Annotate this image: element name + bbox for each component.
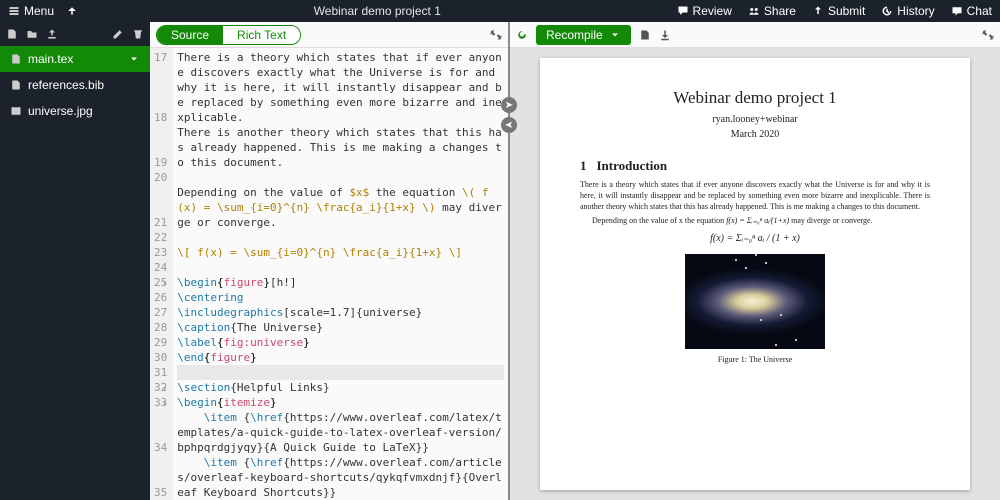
submit-button[interactable]: Submit — [812, 4, 865, 18]
pdf-display-eq: f(x) = Σᵢ₌₀ⁿ aᵢ / (1 + x) — [580, 233, 930, 244]
up-icon[interactable] — [66, 5, 78, 17]
main: main.texreferences.bibuniverse.jpg Sourc… — [0, 22, 1000, 500]
pdf-section-heading: 1Introduction — [580, 158, 930, 174]
delete-icon[interactable] — [132, 28, 144, 40]
menu-label: Menu — [24, 4, 54, 18]
sync-left-icon[interactable]: ➤ — [501, 117, 517, 133]
pane-divider[interactable]: ➤ ➤ — [508, 22, 510, 500]
top-right-tools: Review Share Submit History Chat — [677, 4, 992, 18]
pdf-para-1: There is a theory which states that if e… — [580, 180, 930, 212]
code-editor[interactable]: 1718192021222324 ▾25262728293031 ▾32 ▾33… — [150, 48, 508, 500]
recompile-button[interactable]: Recompile — [536, 25, 631, 45]
editor-mode-tabs: Source Rich Text — [156, 25, 301, 45]
pdf-page: Webinar demo project 1 ryan.looney+webin… — [540, 58, 970, 490]
new-folder-icon[interactable] — [26, 28, 38, 40]
code-line[interactable]: There is another theory which states tha… — [177, 125, 504, 170]
image-icon — [10, 105, 22, 117]
divider-handle[interactable]: ➤ ➤ — [501, 97, 517, 133]
refresh-icon[interactable] — [516, 29, 528, 41]
logs-icon[interactable] — [639, 29, 651, 41]
hamburger-icon — [8, 5, 20, 17]
tab-richtext[interactable]: Rich Text — [223, 26, 300, 44]
editor-toolbar: Source Rich Text — [150, 22, 508, 48]
editor-pane: Source Rich Text 1718192021222324 ▾25262… — [150, 22, 508, 500]
file-item-references-bib[interactable]: references.bib — [0, 72, 150, 98]
code-line[interactable]: \item {\href{https://www.overleaf.com/ar… — [177, 455, 504, 500]
topbar: Menu Webinar demo project 1 Review Share… — [0, 0, 1000, 22]
pdf-toolbar: Recompile — [510, 22, 1000, 48]
code-line[interactable]: \[ f(x) = \sum_{i=0}^{n} \frac{a_i}{1+x}… — [177, 245, 504, 260]
share-button[interactable]: Share — [748, 4, 796, 18]
file-item-universe-jpg[interactable]: universe.jpg — [0, 98, 150, 124]
code-line[interactable]: \end{figure} — [177, 350, 504, 365]
tab-source[interactable]: Source — [157, 26, 223, 44]
sidebar-toolbar — [0, 22, 150, 46]
rename-icon[interactable] — [112, 28, 124, 40]
pdf-view[interactable]: Webinar demo project 1 ryan.looney+webin… — [510, 48, 1000, 500]
file-icon — [10, 53, 22, 65]
expand-editor-icon[interactable] — [490, 29, 502, 41]
file-item-main-tex[interactable]: main.tex — [0, 46, 150, 72]
new-file-icon[interactable] — [6, 28, 18, 40]
download-icon[interactable] — [659, 29, 671, 41]
universe-image — [685, 254, 825, 349]
submit-icon — [812, 5, 824, 17]
pdf-date: March 2020 — [580, 129, 930, 140]
file-list: main.texreferences.bibuniverse.jpg — [0, 46, 150, 500]
pdf-figure: Figure 1: The Universe — [580, 254, 930, 364]
code-line[interactable]: \begin{itemize} — [177, 395, 504, 410]
code-line[interactable]: \item {\href{https://www.overleaf.com/la… — [177, 410, 504, 455]
code-line[interactable]: There is a theory which states that if e… — [177, 50, 504, 125]
history-icon — [881, 5, 893, 17]
chevron-down-icon — [609, 29, 621, 41]
history-button[interactable]: History — [881, 4, 934, 18]
file-sidebar: main.texreferences.bibuniverse.jpg — [0, 22, 150, 500]
code-line[interactable]: \section{Helpful Links} — [177, 380, 504, 395]
share-icon — [748, 5, 760, 17]
review-button[interactable]: Review — [677, 4, 732, 18]
code-line[interactable] — [177, 260, 504, 275]
chevron-down-icon — [128, 53, 140, 65]
sync-right-icon[interactable]: ➤ — [501, 97, 517, 113]
code-line[interactable]: \begin{figure}[h!] — [177, 275, 504, 290]
chat-button[interactable]: Chat — [951, 4, 992, 18]
code-line[interactable]: \centering — [177, 290, 504, 305]
code-line[interactable]: Depending on the value of $x$ the equati… — [177, 185, 504, 230]
expand-pdf-icon[interactable] — [982, 29, 994, 41]
code-line[interactable]: \label{fig:universe} — [177, 335, 504, 350]
chat-icon — [951, 5, 963, 17]
code-body[interactable]: There is a theory which states that if e… — [173, 48, 508, 500]
code-line[interactable] — [177, 230, 504, 245]
code-line[interactable]: \includegraphics[scale=1.7]{universe} — [177, 305, 504, 320]
menu-button[interactable]: Menu — [8, 4, 54, 18]
project-title: Webinar demo project 1 — [90, 4, 665, 18]
file-icon — [10, 79, 22, 91]
line-gutter: 1718192021222324 ▾25262728293031 ▾32 ▾33… — [150, 48, 173, 500]
code-line[interactable]: \caption{The Universe} — [177, 320, 504, 335]
code-line[interactable] — [177, 365, 504, 380]
figure-caption: Figure 1: The Universe — [580, 355, 930, 364]
pdf-title: Webinar demo project 1 — [580, 88, 930, 108]
upload-icon[interactable] — [46, 28, 58, 40]
code-line[interactable] — [177, 170, 504, 185]
pdf-author: ryan.looney+webinar — [580, 114, 930, 125]
pdf-pane: Recompile Webinar demo project 1 ryan.lo… — [510, 22, 1000, 500]
review-icon — [677, 5, 689, 17]
pdf-para-2: Depending on the value of x the equation… — [580, 216, 930, 227]
